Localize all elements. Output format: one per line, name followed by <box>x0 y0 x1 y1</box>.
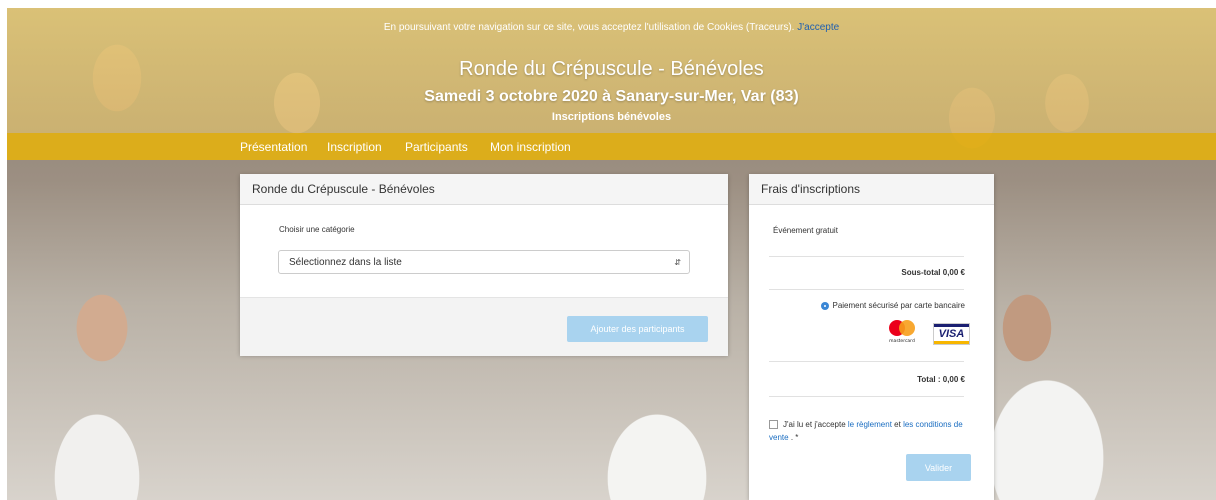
cookie-message: En poursuivant votre navigation sur ce s… <box>383 22 795 33</box>
mastercard-icon: mastercard <box>884 318 920 344</box>
terms-prefix: J'ai lu et j'accepte <box>783 420 846 429</box>
category-select[interactable]: Sélectionnez dans la liste ⇵ <box>278 250 690 274</box>
terms-suffix: . * <box>790 433 799 442</box>
category-select-value: Sélectionnez dans la liste <box>289 257 402 268</box>
terms-and: et <box>894 420 901 429</box>
subtotal: Sous-total 0,00 € <box>901 268 965 277</box>
event-title: Ronde du Crépuscule - Bénévoles <box>459 58 764 80</box>
event-subtitle: Samedi 3 octobre 2020 à Sanary-sur-Mer, … <box>424 88 799 105</box>
registration-panel-footer: Ajouter des participants <box>240 297 728 356</box>
select-updown-icon: ⇵ <box>674 258 681 267</box>
main-nav: Présentation Inscription Participants Mo… <box>7 133 1216 160</box>
fees-panel-title: Frais d'inscriptions <box>749 174 994 205</box>
divider <box>769 361 964 362</box>
cookie-banner: En poursuivant votre navigation sur ce s… <box>7 22 1216 33</box>
registration-panel-title: Ronde du Crépuscule - Bénévoles <box>240 174 728 205</box>
payment-option-label: Paiement sécurisé par carte bancaire <box>832 301 965 310</box>
visa-icon: VISA <box>933 323 970 345</box>
event-tagline: Inscriptions bénévoles <box>551 111 672 123</box>
nav-item-participants[interactable]: Participants <box>405 140 468 154</box>
category-label: Choisir une catégorie <box>279 225 355 234</box>
rules-link[interactable]: le règlement <box>848 420 892 429</box>
total: Total : 0,00 € <box>917 375 965 384</box>
page-frame: En poursuivant votre navigation sur ce s… <box>7 8 1216 500</box>
payment-radio[interactable] <box>821 301 830 310</box>
registration-panel: Ronde du Crépuscule - Bénévoles Choisir … <box>240 174 728 356</box>
divider <box>769 256 964 257</box>
payment-option[interactable]: Paiement sécurisé par carte bancaire <box>821 301 965 310</box>
add-participants-button[interactable]: Ajouter des participants <box>567 316 708 342</box>
terms-checkbox[interactable] <box>769 420 778 430</box>
validate-button[interactable]: Valider <box>906 454 971 481</box>
mastercard-text: mastercard <box>889 338 915 344</box>
cookie-accept-link[interactable]: J'accepte <box>797 22 839 33</box>
divider <box>769 289 964 290</box>
event-status: Événement gratuit <box>773 226 838 235</box>
nav-item-inscription[interactable]: Inscription <box>327 140 382 154</box>
visa-text: VISA <box>938 328 965 340</box>
terms-acceptance: J'ai lu et j'accepte le règlement et les… <box>769 418 974 444</box>
nav-item-mon-inscription[interactable]: Mon inscription <box>490 140 571 154</box>
divider <box>769 396 964 397</box>
fees-panel: Frais d'inscriptions Événement gratuit S… <box>749 174 994 500</box>
nav-item-presentation[interactable]: Présentation <box>240 140 307 154</box>
